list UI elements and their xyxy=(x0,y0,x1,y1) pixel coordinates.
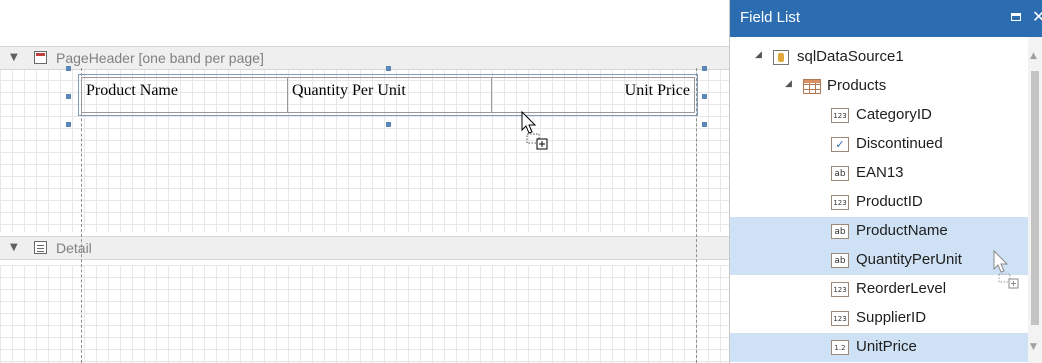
resize-handle[interactable] xyxy=(702,94,707,99)
field-label: SupplierID xyxy=(856,309,927,326)
field-item[interactable]: ReorderLevel xyxy=(730,275,1028,304)
tree-node-data-source[interactable]: ◢ sqlDataSource1 xyxy=(730,43,1028,72)
detail-band-label: Detail xyxy=(56,240,92,256)
field-label: ProductName xyxy=(856,222,948,239)
close-icon[interactable]: ✕ xyxy=(1032,7,1042,26)
field-item[interactable]: UnitPrice xyxy=(730,333,1028,362)
scroll-thumb[interactable] xyxy=(1031,71,1039,325)
data-source-label: sqlDataSource1 xyxy=(797,48,904,65)
data-source-icon xyxy=(773,50,789,65)
drag-copy-cursor-icon xyxy=(521,110,548,150)
boolean-field-icon xyxy=(831,137,849,152)
expand-arrow-icon[interactable]: ◢ xyxy=(755,50,762,60)
header-table[interactable]: Product Name Quantity Per Unit Unit Pric… xyxy=(78,74,698,116)
field-item[interactable]: EAN13 xyxy=(730,159,1028,188)
page-header-band-strip[interactable]: ▼ PageHeader [one band per page] xyxy=(0,46,730,70)
field-item[interactable]: Discontinued xyxy=(730,130,1028,159)
tree-node-table[interactable]: ◢ Products xyxy=(730,72,1028,101)
resize-handle[interactable] xyxy=(702,66,707,71)
report-designer-surface[interactable]: ▼ PageHeader [one band per page] ▼ Detai… xyxy=(0,0,730,363)
resize-handle[interactable] xyxy=(386,122,391,127)
table-icon xyxy=(803,79,821,94)
vertical-scrollbar[interactable]: ▲ ▼ xyxy=(1028,37,1042,363)
numeric-field-icon xyxy=(831,108,849,123)
field-item[interactable]: CategoryID xyxy=(730,101,1028,130)
resize-handle[interactable] xyxy=(702,122,707,127)
field-item[interactable]: SupplierID xyxy=(730,304,1028,333)
field-label: QuantityPerUnit xyxy=(856,251,962,268)
field-item[interactable]: ProductID xyxy=(730,188,1028,217)
field-item[interactable]: QuantityPerUnit xyxy=(730,246,1028,275)
field-tree: ◢ sqlDataSource1 ◢ Products CategoryID D… xyxy=(730,37,1028,363)
collapse-arrow-icon[interactable]: ▼ xyxy=(10,242,18,254)
numeric-field-icon xyxy=(831,195,849,210)
detail-band-area[interactable] xyxy=(0,265,730,363)
numeric-field-icon xyxy=(831,311,849,326)
expand-arrow-icon[interactable]: ◢ xyxy=(785,79,792,89)
text-field-icon xyxy=(831,224,849,239)
table-cell-quantity-per-unit[interactable]: Quantity Per Unit xyxy=(288,78,492,112)
collapse-arrow-icon[interactable]: ▼ xyxy=(10,52,18,64)
field-label: UnitPrice xyxy=(856,338,917,355)
field-label: Discontinued xyxy=(856,135,943,152)
detail-band-strip[interactable]: ▼ Detail xyxy=(0,236,730,260)
decimal-field-icon xyxy=(831,340,849,355)
field-label: ReorderLevel xyxy=(856,280,947,297)
restore-icon[interactable] xyxy=(1011,13,1021,21)
resize-handle[interactable] xyxy=(66,66,71,71)
scroll-down-arrow-icon[interactable]: ▼ xyxy=(1030,342,1037,352)
table-cell-product-name[interactable]: Product Name xyxy=(82,78,288,112)
drag-copy-cursor-icon xyxy=(993,249,1019,289)
scroll-up-arrow-icon[interactable]: ▲ xyxy=(1030,51,1037,61)
field-label: CategoryID xyxy=(856,106,932,123)
table-cell-unit-price[interactable]: Unit Price xyxy=(492,78,694,112)
detail-band-icon xyxy=(34,241,47,254)
field-label: EAN13 xyxy=(856,164,904,181)
field-list-title: Field List xyxy=(740,9,801,26)
page-header-band-icon xyxy=(34,51,47,64)
text-field-icon xyxy=(831,253,849,268)
numeric-field-icon xyxy=(831,282,849,297)
resize-handle[interactable] xyxy=(66,94,71,99)
field-list-panel: Field List ✕ ◢ sqlDataSource1 ◢ Products… xyxy=(730,0,1042,363)
field-label: ProductID xyxy=(856,193,923,210)
field-item[interactable]: ProductName xyxy=(730,217,1028,246)
resize-handle[interactable] xyxy=(66,122,71,127)
page-header-band-label: PageHeader [one band per page] xyxy=(56,50,264,66)
resize-handle[interactable] xyxy=(386,66,391,71)
text-field-icon xyxy=(831,166,849,181)
table-label: Products xyxy=(827,77,887,94)
field-list-header: Field List ✕ xyxy=(730,0,1042,37)
